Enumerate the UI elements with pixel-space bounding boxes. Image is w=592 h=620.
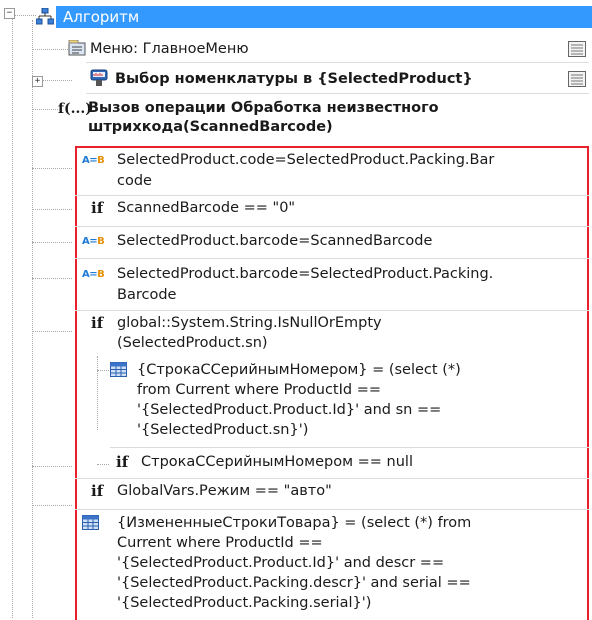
query-line[interactable]: {СтрокаССерийнымНомером} = (select (*) xyxy=(137,360,461,381)
row-divider xyxy=(75,509,589,510)
row-divider xyxy=(75,226,589,227)
call-node-label-line1[interactable]: Вызов операции Обработка неизвестного xyxy=(88,98,439,118)
collapse-root-button[interactable]: − xyxy=(4,8,15,19)
query-line[interactable]: '{SelectedProduct.Product.Id}' and sn == xyxy=(137,400,441,421)
root-node-label[interactable]: Алгоритм xyxy=(63,7,139,27)
query-line[interactable]: '{SelectedProduct.Product.Id}' and descr… xyxy=(117,553,444,574)
tree-line xyxy=(32,168,72,169)
assign-icon: A=B xyxy=(82,236,105,247)
if-condition[interactable]: GlobalVars.Режим == "авто" xyxy=(117,481,332,502)
call-node-label-line2[interactable]: штрихкода(ScannedBarcode) xyxy=(88,117,333,137)
if-icon: if xyxy=(91,314,104,332)
tree-line xyxy=(32,209,72,210)
tree-line xyxy=(97,356,98,430)
row-divider xyxy=(86,93,589,94)
if-icon: if xyxy=(91,199,104,217)
tree-line xyxy=(97,464,109,465)
assign-line[interactable]: SelectedProduct.barcode=SelectedProduct.… xyxy=(117,264,493,285)
assign-icon: A=B xyxy=(82,269,105,280)
algorithm-tree-icon xyxy=(36,8,54,25)
tree-line xyxy=(32,242,72,243)
assign-line[interactable]: SelectedProduct.code=SelectedProduct.Pac… xyxy=(117,150,494,171)
table-query-icon xyxy=(110,362,127,377)
row-divider xyxy=(75,258,589,259)
menu-node-label[interactable]: Меню: ГлавноеМеню xyxy=(90,39,249,60)
scanner-icon xyxy=(90,69,108,86)
query-line[interactable]: '{SelectedProduct.sn}') xyxy=(137,420,308,441)
query-line[interactable]: '{SelectedProduct.Packing.serial}') xyxy=(117,593,371,614)
tree-line xyxy=(12,15,13,618)
if-icon: if xyxy=(116,453,129,471)
query-line[interactable]: {ИзмененныеСтрокиТовара} = (select (*) f… xyxy=(117,513,471,534)
assign-line[interactable]: SelectedProduct.barcode=ScannedBarcode xyxy=(117,231,432,252)
assign-line[interactable]: Barcode xyxy=(117,285,176,306)
query-line[interactable]: from Current where ProductId == xyxy=(137,380,381,401)
tree-line xyxy=(12,15,36,16)
if-condition[interactable]: (SelectedProduct.sn) xyxy=(117,333,268,354)
query-line[interactable]: Current where ProductId == xyxy=(117,533,323,554)
select-node-label[interactable]: Выбор номенклатуры в {SelectedProduct} xyxy=(115,69,473,90)
assign-icon: A=B xyxy=(82,155,105,166)
assign-line[interactable]: code xyxy=(117,171,152,192)
row-divider xyxy=(110,447,589,448)
if-condition[interactable]: СтрокаССерийнымНомером == null xyxy=(141,452,413,473)
tree-line xyxy=(32,49,72,50)
row-divider xyxy=(75,310,589,311)
row-divider xyxy=(75,195,589,196)
tree-line xyxy=(97,370,109,371)
tree-line xyxy=(32,109,58,110)
function-call-icon: f(...) xyxy=(58,101,92,117)
if-icon: if xyxy=(91,482,104,500)
row-divider xyxy=(86,62,589,63)
form-icon[interactable] xyxy=(568,41,586,57)
menu-icon xyxy=(68,40,86,56)
expand-select-button[interactable]: + xyxy=(32,76,43,87)
tree-line xyxy=(32,505,72,506)
table-query-icon xyxy=(82,515,99,530)
if-condition[interactable]: ScannedBarcode == "0" xyxy=(117,198,295,219)
form-icon[interactable] xyxy=(568,71,586,87)
row-divider xyxy=(75,478,589,479)
tree-line xyxy=(32,278,72,279)
tree-line xyxy=(32,466,72,467)
query-line[interactable]: '{SelectedProduct.Packing.descr}' and se… xyxy=(117,573,471,594)
if-condition[interactable]: global::System.String.IsNullOrEmpty xyxy=(117,313,382,334)
tree-line xyxy=(32,331,72,332)
